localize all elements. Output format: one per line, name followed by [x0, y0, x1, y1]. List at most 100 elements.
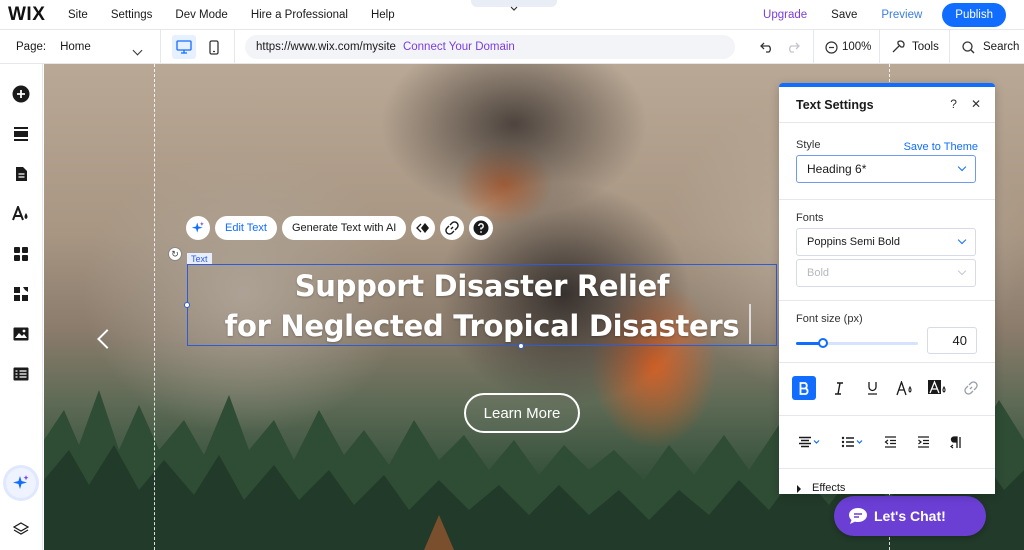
search-button[interactable]: Search — [962, 30, 1019, 64]
layers-button[interactable] — [12, 520, 30, 538]
upgrade-link[interactable]: Upgrade — [763, 9, 807, 21]
business-tools-button[interactable] — [12, 285, 30, 303]
font-family-value: Poppins Semi Bold — [807, 236, 900, 248]
close-icon[interactable]: ✕ — [971, 97, 981, 111]
italic-button[interactable] — [827, 376, 851, 400]
wix-logo[interactable]: WIX — [8, 4, 56, 26]
highlight-color-button[interactable] — [926, 376, 950, 400]
chevron-down-icon[interactable] — [132, 43, 143, 61]
underline-button[interactable] — [860, 376, 884, 400]
link-button[interactable] — [440, 216, 465, 240]
increase-indent-button[interactable] — [911, 430, 935, 454]
page-icon — [15, 167, 27, 181]
alignment-section — [779, 416, 995, 469]
add-section-button[interactable] — [12, 125, 30, 143]
sections-icon — [14, 127, 28, 141]
font-size-input[interactable]: 40 — [927, 327, 977, 354]
top-menu-bar: WIX Site Settings Dev Mode Hire a Profes… — [0, 0, 1024, 30]
ai-assistant-button[interactable] — [6, 468, 36, 498]
menu-site[interactable]: Site — [68, 9, 88, 21]
add-elements-button[interactable] — [12, 85, 30, 103]
font-size-slider[interactable] — [796, 338, 918, 348]
font-family-dropdown[interactable]: Poppins Semi Bold — [796, 228, 976, 256]
decrease-indent-button[interactable] — [878, 430, 902, 454]
apps-icon — [14, 247, 28, 261]
pages-menu-button[interactable] — [12, 165, 30, 183]
panel-header: Text Settings ? ✕ — [779, 87, 995, 123]
text-align-dropdown[interactable] — [792, 430, 826, 454]
chat-label: Let's Chat! — [874, 508, 946, 524]
font-weight-dropdown[interactable]: Bold — [796, 259, 976, 287]
save-button[interactable]: Save — [831, 9, 857, 21]
bold-icon — [799, 381, 808, 395]
hero-heading[interactable]: Support Disaster Relief for Neglected Tr… — [187, 264, 777, 346]
menu-hire-professional[interactable]: Hire a Professional — [251, 9, 348, 21]
help-button[interactable] — [469, 216, 494, 240]
site-design-button[interactable] — [12, 205, 30, 223]
redo-button[interactable] — [786, 30, 800, 64]
generate-text-ai-button[interactable]: Generate Text with AI — [282, 216, 407, 240]
design-icon — [12, 206, 28, 221]
edit-text-button[interactable]: Edit Text — [215, 216, 277, 240]
menu-help[interactable]: Help — [371, 9, 395, 21]
font-weight-value: Bold — [807, 267, 830, 279]
cms-button[interactable] — [12, 365, 30, 383]
resize-handle-left[interactable] — [184, 302, 190, 308]
preview-button[interactable]: Preview — [881, 9, 922, 21]
chevron-down-icon — [957, 162, 967, 172]
main-menu: Site Settings Dev Mode Hire a Profession… — [68, 9, 418, 21]
text-link-button[interactable] — [959, 376, 983, 400]
zoom-out-icon — [825, 40, 838, 54]
ai-text-button[interactable] — [186, 216, 210, 240]
media-button[interactable] — [12, 325, 30, 343]
sparkle-icon — [13, 475, 29, 489]
indent-icon — [917, 436, 929, 448]
toolbar-divider — [879, 30, 880, 64]
formatting-row — [792, 376, 992, 400]
search-icon — [962, 40, 975, 53]
help-icon[interactable]: ? — [950, 97, 957, 111]
add-apps-button[interactable] — [12, 245, 30, 263]
chat-button[interactable]: Let's Chat! — [834, 496, 986, 536]
element-floating-toolbar: Edit Text Generate Text with AI — [186, 216, 494, 240]
tools-button[interactable]: Tools — [891, 30, 939, 64]
publish-button[interactable]: Publish — [942, 3, 1006, 27]
fonts-section: Fonts Poppins Semi Bold Bold — [779, 200, 995, 301]
undo-button[interactable] — [760, 30, 774, 64]
style-dropdown[interactable]: Heading 6* — [796, 155, 976, 183]
table-icon — [13, 367, 29, 381]
menu-settings[interactable]: Settings — [111, 9, 153, 21]
desktop-view-button[interactable] — [172, 35, 196, 59]
save-to-theme-link[interactable]: Save to Theme — [904, 141, 978, 153]
zoom-control[interactable]: 100% — [825, 30, 871, 64]
collapse-topbar-handle[interactable] — [471, 0, 557, 11]
font-size-slider-knob[interactable] — [817, 338, 828, 348]
text-direction-button[interactable] — [944, 430, 968, 454]
style-dropdown-value: Heading 6* — [807, 162, 867, 176]
animation-button[interactable] — [411, 216, 436, 240]
toolbar-divider — [160, 30, 161, 64]
slideshow-prev-arrow[interactable] — [97, 329, 117, 349]
search-label: Search — [983, 41, 1020, 53]
italic-icon — [835, 381, 843, 395]
resize-handle-bottom[interactable] — [518, 343, 524, 349]
learn-more-button[interactable]: Learn More — [464, 393, 580, 433]
plus-circle-icon — [12, 85, 30, 103]
text-color-button[interactable] — [893, 376, 917, 400]
list-dropdown[interactable] — [835, 430, 869, 454]
zoom-level: 100% — [842, 41, 872, 53]
connect-domain-link[interactable]: Connect Your Domain — [403, 41, 515, 53]
left-sidebar — [0, 64, 43, 550]
menu-dev-mode[interactable]: Dev Mode — [175, 9, 227, 21]
bold-button[interactable] — [792, 376, 816, 400]
text-cursor — [749, 304, 751, 344]
toolbar-divider — [949, 30, 950, 64]
mobile-icon — [209, 39, 219, 55]
effects-section[interactable]: Effects — [779, 469, 995, 494]
mobile-view-button[interactable] — [202, 35, 226, 59]
chevron-down-icon — [957, 266, 967, 276]
chat-bubble-icon — [849, 508, 867, 524]
site-url-bar[interactable]: https://www.wix.com/mysite Connect Your … — [245, 35, 735, 59]
text-settings-panel: Text Settings ? ✕ Style Save to Theme He… — [779, 83, 995, 494]
rotate-handle[interactable]: ↻ — [168, 247, 182, 261]
